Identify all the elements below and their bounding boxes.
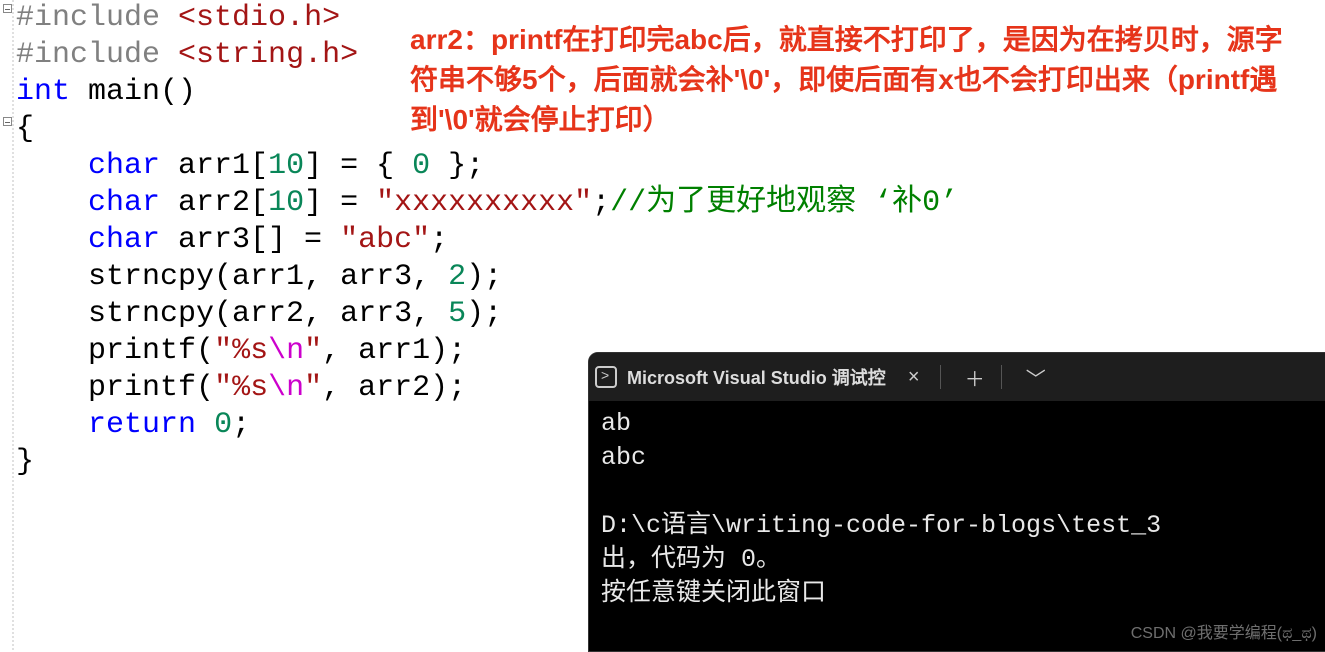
close-icon[interactable]: ×	[894, 357, 934, 397]
comment: //为了更好地观察 ‘补0’	[610, 186, 958, 220]
out-line-4: D:\c语言\writing-code-for-blogs\test_3	[601, 511, 1161, 540]
divider	[1001, 365, 1002, 389]
kw-int: int	[16, 75, 70, 109]
fn-strncpy: strncpy	[88, 297, 214, 331]
annotation-text: arr2：printf在打印完abc后，就直接不打印了，是因为在拷贝时，源字符串…	[410, 20, 1310, 140]
id-arr1: arr1	[160, 149, 250, 183]
fold-icon[interactable]	[3, 117, 12, 126]
fold-icon[interactable]	[3, 4, 12, 13]
escape-seq: \n	[268, 371, 304, 405]
header-file: <stdio.h>	[178, 1, 340, 35]
code-line-7[interactable]: char arr3[] = "abc";	[0, 222, 1325, 259]
parens: ()	[160, 75, 196, 109]
pp-directive: #include	[16, 1, 160, 35]
string-literal: "xxxxxxxxxx"	[376, 186, 592, 220]
string-literal: "abc"	[340, 223, 430, 257]
code-line-9[interactable]: strncpy(arr2, arr3, 5);	[0, 296, 1325, 333]
brace-close: }	[16, 445, 34, 479]
out-line-5: 出，代码为 0。	[601, 545, 781, 574]
brace-open: {	[16, 112, 34, 146]
terminal-output[interactable]: ab abc D:\c语言\writing-code-for-blogs\tes…	[589, 401, 1325, 651]
chevron-down-icon[interactable]: ﹀	[1016, 357, 1056, 397]
gutter	[0, 0, 14, 650]
kw-char: char	[88, 186, 160, 220]
kw-char: char	[88, 149, 160, 183]
header-file: <string.h>	[178, 38, 358, 72]
window-title: Microsoft Visual Studio 调试控	[627, 364, 886, 390]
terminal-window: Microsoft Visual Studio 调试控 × ＋ ﹀ ab abc…	[588, 352, 1325, 652]
escape-seq: \n	[268, 334, 304, 368]
out-line-2: abc	[601, 443, 646, 472]
fn-printf: printf	[88, 334, 196, 368]
divider	[940, 365, 941, 389]
code-line-8[interactable]: strncpy(arr1, arr3, 2);	[0, 259, 1325, 296]
plus-icon[interactable]: ＋	[955, 357, 995, 397]
space	[160, 38, 178, 72]
pp-directive: #include	[16, 38, 160, 72]
id-arr2: arr2	[160, 186, 250, 220]
kw-char: char	[88, 223, 160, 257]
fn-printf: printf	[88, 371, 196, 405]
titlebar[interactable]: Microsoft Visual Studio 调试控 × ＋ ﹀	[589, 353, 1325, 401]
space	[160, 1, 178, 35]
fn-strncpy: strncpy	[88, 260, 214, 294]
id-arr3: arr3	[160, 223, 250, 257]
watermark: CSDN @我要学编程(ಥ_ಥ)	[1131, 619, 1317, 643]
code-line-5[interactable]: char arr1[10] = { 0 };	[0, 148, 1325, 185]
kw-return: return	[88, 408, 196, 442]
code-line-6[interactable]: char arr2[10] = "xxxxxxxxxx";//为了更好地观察 ‘…	[0, 185, 1325, 222]
out-line-1: ab	[601, 409, 631, 438]
terminal-icon	[595, 366, 617, 388]
fn-main: main	[70, 75, 160, 109]
out-line-6: 按任意键关闭此窗口	[601, 579, 826, 608]
